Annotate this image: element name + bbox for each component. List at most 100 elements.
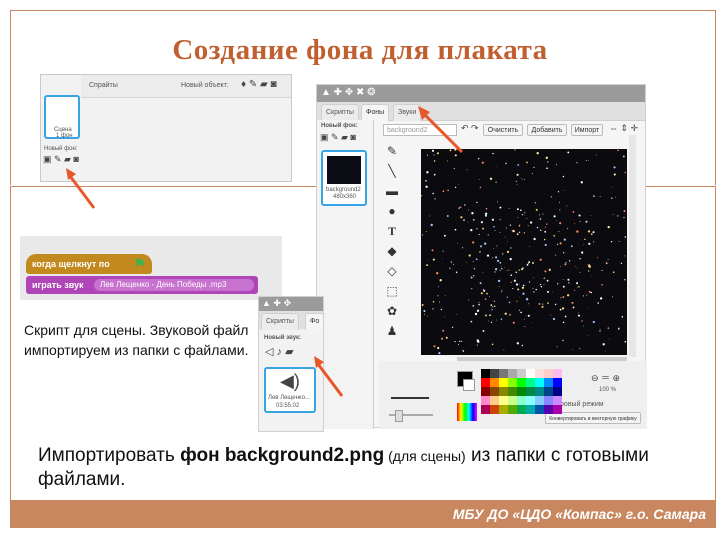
star [485, 207, 488, 210]
star [528, 303, 530, 305]
color-swatch[interactable] [490, 387, 499, 396]
fill-tool-icon[interactable]: ◆ [382, 243, 402, 260]
color-swatch[interactable] [526, 396, 535, 405]
color-swatch[interactable] [517, 396, 526, 405]
color-swatch[interactable] [526, 387, 535, 396]
color-swatch[interactable] [499, 387, 508, 396]
editor-tabs: Скрипты Фоны Звуки [317, 102, 645, 121]
star [605, 262, 607, 264]
color-swatch[interactable] [481, 369, 490, 378]
color-swatch[interactable] [490, 378, 499, 387]
star [560, 297, 562, 299]
color-swatch[interactable] [526, 378, 535, 387]
canvas-vertical-scrollbar[interactable] [629, 135, 636, 357]
text-tool-icon[interactable]: T [382, 223, 402, 240]
color-swatch[interactable] [526, 405, 535, 414]
color-swatch[interactable] [490, 369, 499, 378]
sound-select[interactable]: Лев Лещенко - День Победы .mp3 [94, 279, 254, 291]
eraser-tool-icon[interactable]: ◇ [382, 263, 402, 280]
remove-background-tool-icon[interactable]: ✿ [382, 303, 402, 320]
play-sound-block[interactable]: играть звук Лев Лещенко - День Победы .m… [26, 276, 258, 294]
star [595, 154, 597, 156]
star [523, 215, 525, 216]
color-swatch[interactable] [499, 396, 508, 405]
color-swatch[interactable] [544, 387, 553, 396]
color-swatch[interactable] [553, 405, 562, 414]
color-swatch[interactable] [508, 405, 517, 414]
color-swatch[interactable] [490, 396, 499, 405]
color-swatch[interactable] [517, 369, 526, 378]
star [508, 269, 510, 271]
sound-tab-scripts[interactable]: Скрипты [261, 313, 299, 330]
color-swatch[interactable] [499, 369, 508, 378]
color-swatch[interactable] [553, 387, 562, 396]
backdrop-canvas[interactable] [421, 149, 627, 355]
select-tool-icon[interactable]: ⬚ [382, 283, 402, 300]
editor-new-backdrop-icons[interactable]: ▣ ✎ ▰ ◙ [320, 132, 356, 143]
color-picker-icon[interactable] [457, 403, 477, 421]
color-swatch[interactable] [535, 378, 544, 387]
color-swatch[interactable] [553, 369, 562, 378]
color-swatch[interactable] [508, 378, 517, 387]
star [460, 216, 463, 219]
color-swatch[interactable] [499, 378, 508, 387]
color-swatch[interactable] [535, 405, 544, 414]
color-swatch[interactable] [499, 405, 508, 414]
new-object-icons[interactable]: ♦ ✎ ▰ ◙ [241, 79, 277, 90]
star [523, 232, 526, 234]
tab-backdrops[interactable]: Фоны [361, 104, 390, 121]
color-swatch[interactable] [490, 405, 499, 414]
flip-icons[interactable]: ⇔ ⇕ ✛ [609, 123, 638, 134]
color-swatch[interactable] [508, 369, 517, 378]
secondary-color-swatch[interactable] [463, 379, 475, 391]
color-swatch[interactable] [553, 396, 562, 405]
stage-thumbnail[interactable]: Сцена 1 фон [44, 95, 80, 139]
star [423, 313, 425, 315]
tab-scripts[interactable]: Скрипты [321, 104, 359, 121]
menu-icons[interactable]: ▲ ✚ ✥ ✖ ❂ [321, 87, 376, 98]
star [495, 256, 498, 259]
clear-button[interactable]: Очистить [483, 124, 523, 136]
color-swatch[interactable] [544, 405, 553, 414]
rectangle-tool-icon[interactable]: ▬ [382, 183, 402, 200]
color-palette[interactable] [481, 369, 562, 421]
star [526, 263, 529, 266]
ellipse-tool-icon[interactable]: ● [382, 203, 402, 220]
sound-menu-icons[interactable]: ▲ ✚ ✥ [262, 298, 291, 309]
line-tool-icon[interactable]: ╲ [382, 163, 402, 180]
color-swatch[interactable] [481, 405, 490, 414]
stroke-width-slider-handle[interactable] [395, 410, 403, 422]
when-flag-clicked-block[interactable]: когда щелкнут по ⚑ [26, 254, 152, 274]
color-swatch[interactable] [535, 369, 544, 378]
new-sound-icons[interactable]: ◁ ♪ ▰ [265, 345, 294, 358]
color-swatch[interactable] [508, 396, 517, 405]
add-button[interactable]: Добавить [527, 124, 567, 136]
star [543, 277, 546, 279]
color-swatch[interactable] [517, 378, 526, 387]
star [547, 161, 549, 163]
color-swatch[interactable] [535, 387, 544, 396]
color-swatch[interactable] [481, 378, 490, 387]
color-swatch[interactable] [481, 387, 490, 396]
color-swatch[interactable] [526, 369, 535, 378]
import-button[interactable]: Импорт [571, 124, 603, 136]
color-swatch[interactable] [535, 396, 544, 405]
color-swatch[interactable] [544, 369, 553, 378]
color-swatch[interactable] [544, 378, 553, 387]
paint-tools: ✎ ╲ ▬ ● T ◆ ◇ ⬚ ✿ ♟ [382, 143, 404, 353]
brush-tool-icon[interactable]: ✎ [382, 143, 402, 160]
color-swatch[interactable] [553, 378, 562, 387]
color-swatch[interactable] [544, 396, 553, 405]
color-swatch[interactable] [517, 405, 526, 414]
star [592, 231, 595, 234]
color-swatch[interactable] [508, 387, 517, 396]
backdrop-thumbnail[interactable]: background2 480x360 [321, 150, 367, 206]
color-swatch[interactable] [481, 396, 490, 405]
zoom-controls[interactable]: ⊖ ＝ ⊕ [591, 371, 620, 384]
stamp-tool-icon[interactable]: ♟ [382, 323, 402, 340]
color-swatch[interactable] [517, 387, 526, 396]
star [554, 303, 557, 306]
sound-tab-backdrops[interactable]: Фо [305, 313, 325, 330]
star [566, 205, 568, 207]
star [576, 268, 578, 269]
